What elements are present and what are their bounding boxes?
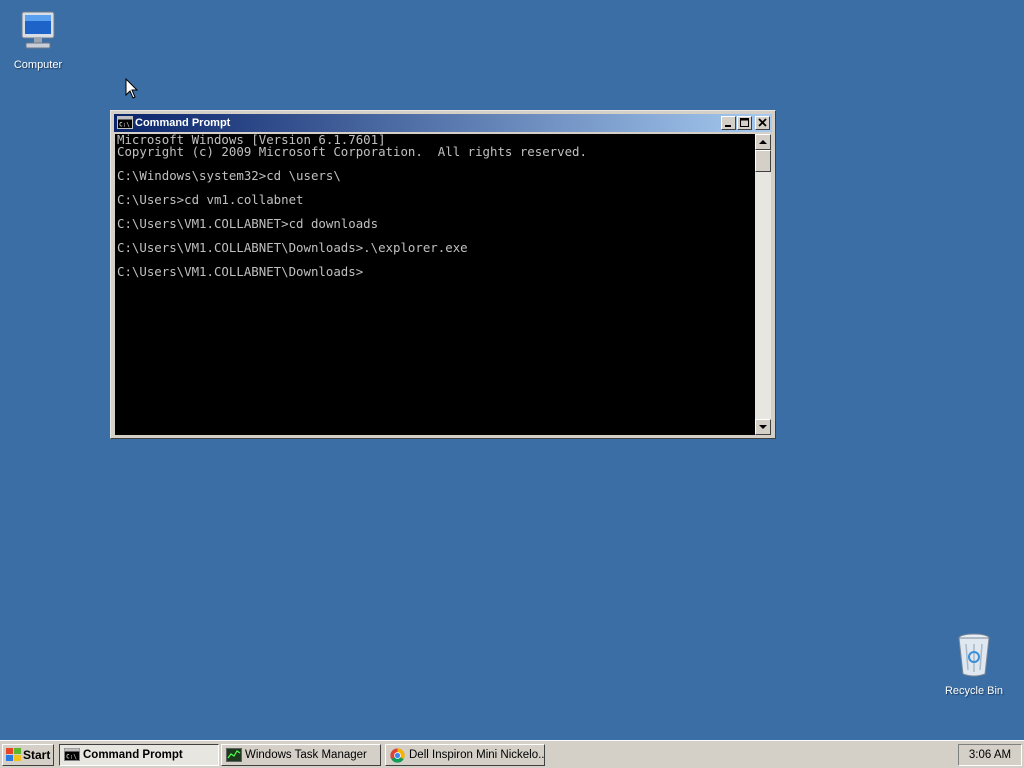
console-line: C:\Windows\system32>cd \users\ <box>117 168 341 183</box>
console-line: Copyright (c) 2009 Microsoft Corporation… <box>117 144 587 159</box>
desktop-icon-computer[interactable]: Computer <box>0 10 76 71</box>
window-title: Command Prompt <box>135 117 231 129</box>
scroll-thumb[interactable] <box>755 150 771 172</box>
minimize-icon <box>725 125 731 127</box>
start-label: Start <box>23 748 51 762</box>
chrome-icon <box>390 748 405 765</box>
desktop-icon-recycle-bin[interactable]: Recycle Bin <box>936 632 1012 697</box>
scroll-up-button[interactable] <box>755 134 771 150</box>
svg-text:C:\: C:\ <box>66 754 77 761</box>
arrow-down-icon <box>759 425 767 429</box>
cmd-icon: C:\ <box>117 116 133 135</box>
close-icon <box>758 118 767 127</box>
taskbar-item-chrome[interactable]: Dell Inspiron Mini Nickelo... <box>385 744 545 766</box>
console-line: C:\Users\VM1.COLLABNET\Downloads> <box>117 264 364 279</box>
taskbar-item-task-manager[interactable]: Windows Task Manager <box>221 744 381 766</box>
vertical-scrollbar[interactable] <box>755 134 771 435</box>
mouse-cursor-icon <box>125 77 139 105</box>
recycle-bin-icon <box>936 632 1012 681</box>
taskbar-item-command-prompt[interactable]: C:\ Command Prompt <box>59 744 219 766</box>
arrow-up-icon <box>759 140 767 144</box>
desktop-icon-label: Recycle Bin <box>944 685 1004 697</box>
svg-text:C:\: C:\ <box>119 122 130 129</box>
taskbar-item-label: Command Prompt <box>83 749 183 761</box>
cmd-icon: C:\ <box>64 748 80 765</box>
console-output[interactable]: Microsoft Windows [Version 6.1.7601] Copy… <box>115 134 755 435</box>
maximize-button[interactable] <box>737 116 752 130</box>
command-prompt-window[interactable]: C:\ Command Prompt Microsoft Windows [Ve… <box>110 110 776 439</box>
minimize-button[interactable] <box>721 116 736 130</box>
close-button[interactable] <box>755 116 770 130</box>
taskbar-item-label: Windows Task Manager <box>245 749 367 761</box>
scroll-down-button[interactable] <box>755 419 771 435</box>
computer-icon <box>0 10 76 55</box>
clock-text: 3:06 AM <box>968 749 1012 761</box>
console-line: C:\Users\VM1.COLLABNET\Downloads>.\explo… <box>117 240 468 255</box>
start-button[interactable]: Start <box>2 744 54 766</box>
taskbar: Start C:\ Command Prompt Windows Task Ma… <box>0 740 1024 768</box>
console-line: C:\Users>cd vm1.collabnet <box>117 192 304 207</box>
maximize-icon <box>740 118 749 127</box>
taskbar-item-label: Dell Inspiron Mini Nickelo... <box>409 749 545 761</box>
console-line: C:\Users\VM1.COLLABNET>cd downloads <box>117 216 379 231</box>
window-titlebar[interactable]: C:\ Command Prompt <box>114 114 772 132</box>
windows-flag-icon <box>6 748 21 768</box>
task-manager-icon <box>226 748 242 765</box>
system-tray-clock[interactable]: 3:06 AM <box>958 744 1022 766</box>
desktop-icon-label: Computer <box>13 59 63 71</box>
